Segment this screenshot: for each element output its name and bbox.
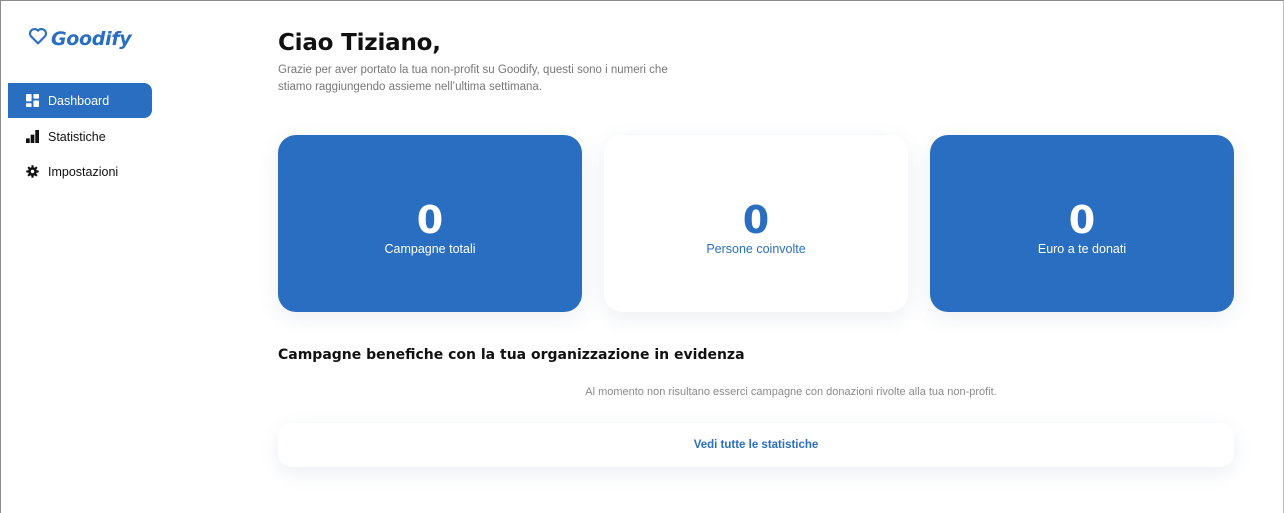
stat-card-euro-donati: 0 Euro a te donati: [930, 135, 1234, 312]
sidebar-item-dashboard[interactable]: Dashboard: [8, 83, 152, 118]
featured-campaigns-title: Campagne benefiche con la tua organizzaz…: [278, 347, 745, 363]
stat-card-persone-coinvolte: 0 Persone coinvolte: [604, 135, 908, 312]
stat-value: 0: [416, 197, 444, 242]
stat-label: Campagne totali: [384, 241, 476, 256]
page-title: Ciao Tiziano,: [278, 30, 441, 56]
page-subtitle: Grazie per aver portato la tua non-profi…: [278, 64, 668, 93]
logo-text: Goodify: [51, 27, 132, 50]
heart-icon: [28, 27, 48, 50]
sidebar-item-label: Statistiche: [48, 129, 106, 144]
sidebar-item-label: Dashboard: [48, 93, 110, 108]
sidebar-item-label: Impostazioni: [48, 164, 119, 179]
stat-label: Euro a te donati: [1037, 241, 1127, 256]
bar-chart-icon: [26, 130, 39, 143]
stat-value: 0: [742, 197, 770, 242]
stat-card-campagne-totali: 0 Campagne totali: [278, 135, 582, 312]
see-all-statistics-label: Vedi tutte le statistiche: [693, 439, 819, 451]
sidebar: Goodify Dashboard Statistiche Impostazio…: [8, 1, 158, 513]
gear-icon: [26, 165, 39, 178]
dashboard-grid-icon: [26, 94, 39, 107]
goodify-logo[interactable]: Goodify: [28, 27, 132, 50]
sidebar-item-statistiche[interactable]: Statistiche: [8, 119, 152, 154]
empty-campaigns-message: Al momento non risultano esserci campagn…: [585, 386, 997, 398]
stat-value: 0: [1068, 197, 1096, 242]
stat-label: Persone coinvolte: [706, 241, 806, 256]
sidebar-item-impostazioni[interactable]: Impostazioni: [8, 154, 152, 189]
see-all-statistics-button[interactable]: Vedi tutte le statistiche: [278, 423, 1234, 467]
